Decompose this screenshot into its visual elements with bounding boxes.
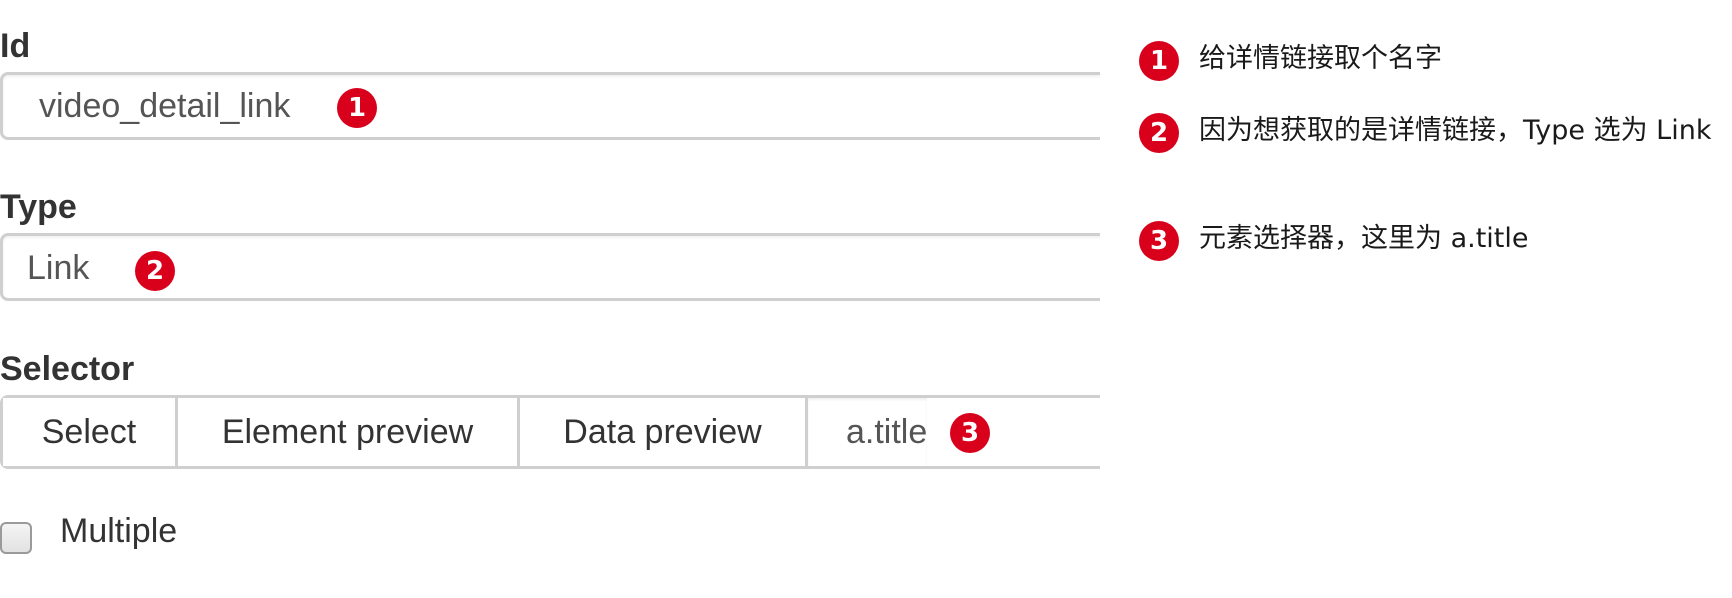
note-badge-3: 3 [1139,221,1179,261]
note-badge-2: 2 [1139,113,1179,153]
selector-input-value: a.title [846,413,928,451]
data-preview-button[interactable]: Data preview [520,398,808,466]
id-input[interactable]: video_detail_link 1 [0,72,1100,140]
selector-input[interactable]: a.title [808,398,927,466]
type-select-value: Link [27,249,90,287]
selector-form: Id video_detail_link 1 Type Link 2 Selec… [0,0,1100,598]
multiple-label: Multiple [60,512,178,550]
note-text-1: 给详情链接取个名字 [1199,43,1442,74]
id-label: Id [0,27,31,65]
note-text-2: 因为想获取的是详情链接，Type 选为 Link [1199,115,1712,146]
type-label: Type [0,188,77,226]
select-button[interactable]: Select [3,398,178,466]
element-preview-button[interactable]: Element preview [178,398,520,466]
annotation-badge-2: 2 [135,251,175,291]
note-badge-1: 1 [1139,41,1179,81]
id-input-value: video_detail_link [39,87,291,125]
annotation-badge-1: 1 [337,88,377,128]
note-text-3: 元素选择器，这里为 a.title [1199,223,1529,254]
type-select[interactable]: Link 2 [0,233,1100,301]
selector-label: Selector [0,350,135,388]
annotation-badge-3: 3 [950,413,990,453]
selector-input-group: Select Element preview Data preview a.ti… [0,395,1100,469]
multiple-checkbox[interactable] [0,522,32,554]
